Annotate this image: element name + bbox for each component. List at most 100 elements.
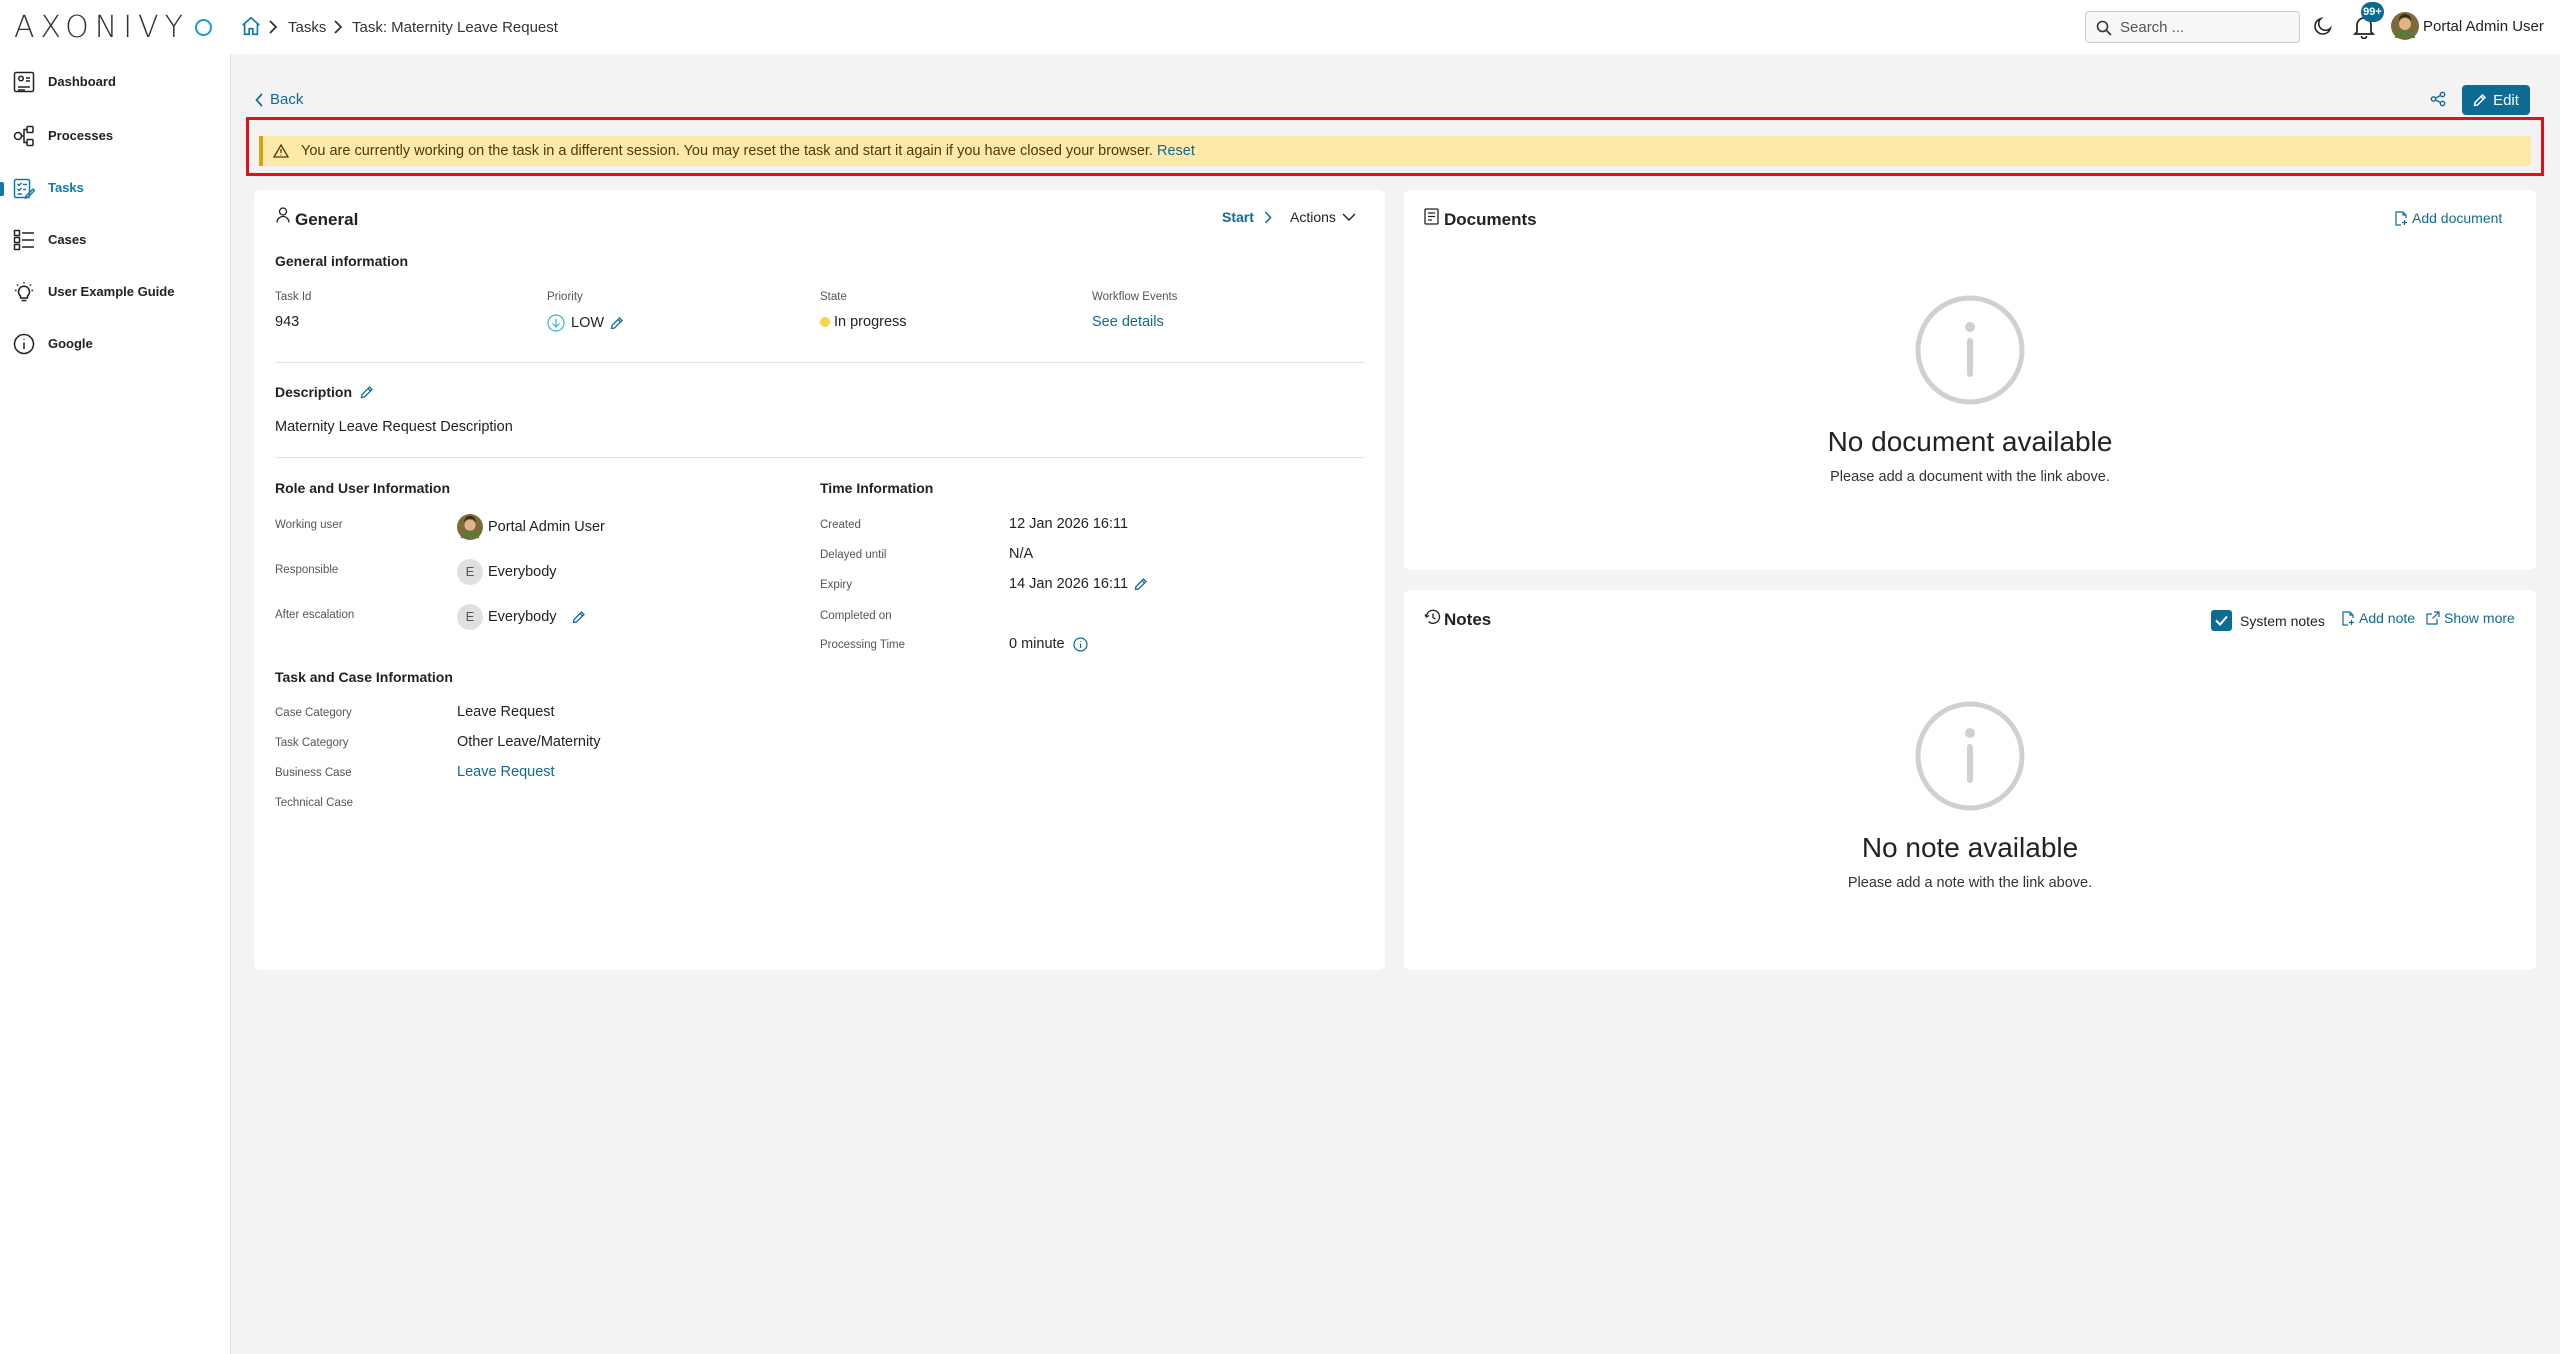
search-placeholder: Search ... — [2120, 19, 2185, 36]
empty-documents-title: No document available — [1827, 426, 2113, 457]
case-category-value: Leave Request — [457, 704, 555, 720]
info-circle-icon — [1914, 294, 2026, 406]
edit-escalation-icon[interactable] — [572, 610, 586, 624]
breadcrumb-tasks[interactable]: Tasks — [288, 19, 326, 36]
expiry-label: Expiry — [820, 579, 852, 591]
notification-badge[interactable]: 99+ — [2361, 2, 2384, 22]
task-id-value: 943 — [275, 314, 300, 330]
avatar: E — [457, 559, 483, 585]
sidebar-item-label: User Example Guide — [48, 284, 175, 299]
chevron-left-icon — [255, 92, 264, 107]
state-dot-icon — [820, 317, 830, 327]
add-document-label: Add document — [2412, 210, 2503, 226]
after-escalation-label: After escalation — [275, 609, 355, 621]
delayed-until-label: Delayed until — [820, 549, 887, 561]
chevron-right-icon — [333, 20, 343, 34]
back-button[interactable]: Back — [255, 91, 303, 108]
priority-text: LOW — [571, 315, 605, 331]
lightbulb-icon — [13, 281, 35, 303]
business-case-label: Business Case — [275, 767, 352, 779]
system-notes-label[interactable]: System notes — [2240, 613, 2325, 629]
session-warning-banner: You are currently working on the task in… — [259, 136, 2531, 166]
working-user-name: Portal Admin User — [488, 519, 605, 535]
add-document-button[interactable]: Add document — [2394, 210, 2502, 226]
expiry-text: 14 Jan 2026 16:11 — [1009, 576, 1129, 592]
pencil-icon — [2473, 93, 2487, 107]
documents-title: Documents — [1444, 210, 1537, 229]
processing-time-value: 0 minute — [1009, 636, 1088, 652]
tasks-icon — [13, 177, 35, 199]
divider — [275, 362, 1365, 363]
external-link-icon — [2426, 611, 2440, 625]
sidebar-item-label: Processes — [48, 128, 114, 143]
see-details-link[interactable]: See details — [1092, 314, 1164, 330]
sidebar-item-user-example-guide[interactable]: User Example Guide — [0, 272, 230, 312]
search-input[interactable]: Search ... — [2085, 11, 2300, 43]
time-info-title: Time Information — [820, 480, 934, 496]
share-icon[interactable] — [2430, 91, 2446, 107]
notes-title: Notes — [1444, 610, 1492, 629]
history-icon — [1424, 609, 1441, 625]
escalation-name: Everybody — [488, 609, 557, 625]
info-circle-icon — [1914, 700, 2026, 812]
sidebar-item-cases[interactable]: Cases — [0, 220, 230, 260]
warning-message: You are currently working on the task in… — [301, 143, 1153, 159]
menu-toggle-icon[interactable] — [195, 19, 212, 36]
description-text: Maternity Leave Request Description — [275, 419, 513, 435]
sidebar-item-dashboard[interactable]: Dashboard — [0, 62, 230, 102]
working-user-value: Portal Admin User — [457, 514, 605, 540]
sidebar-item-google[interactable]: Google — [0, 324, 230, 364]
empty-documents-subtitle: Please add a document with the link abov… — [1830, 469, 2110, 485]
arrow-down-circle-icon — [547, 314, 565, 332]
dark-mode-icon[interactable] — [2312, 15, 2334, 37]
processing-time-label: Processing Time — [820, 639, 906, 651]
after-escalation-value: E Everybody — [457, 604, 586, 630]
start-button[interactable]: Start — [1222, 209, 1272, 225]
reset-link[interactable]: Reset — [1157, 143, 1195, 159]
search-icon — [2096, 20, 2112, 36]
home-icon[interactable] — [240, 15, 262, 37]
divider — [275, 457, 1365, 458]
task-id-label: Task Id — [275, 291, 312, 303]
task-category-label: Task Category — [275, 737, 349, 749]
responsible-value: E Everybody — [457, 559, 557, 585]
system-notes-checkbox[interactable] — [2211, 610, 2232, 631]
avatar[interactable] — [2391, 12, 2419, 40]
actions-label: Actions — [1290, 209, 1336, 225]
edit-button[interactable]: Edit — [2462, 85, 2530, 115]
edit-expiry-icon[interactable] — [1134, 577, 1148, 591]
add-note-button[interactable]: Add note — [2341, 610, 2415, 626]
dashboard-icon — [13, 71, 35, 93]
priority-value: LOW — [547, 314, 624, 332]
info-icon — [13, 333, 35, 355]
chevron-down-icon — [1342, 213, 1356, 221]
actions-dropdown[interactable]: Actions — [1290, 209, 1356, 225]
completed-on-label: Completed on — [820, 610, 892, 622]
breadcrumb-current: Task: Maternity Leave Request — [352, 19, 558, 36]
general-information-title: General information — [275, 253, 409, 269]
sidebar-item-label: Tasks — [48, 180, 84, 195]
responsible-name: Everybody — [488, 564, 557, 580]
role-user-title: Role and User Information — [275, 480, 451, 496]
edit-priority-icon[interactable] — [610, 316, 624, 330]
show-more-button[interactable]: Show more — [2426, 610, 2515, 626]
start-label: Start — [1222, 209, 1254, 225]
sidebar-item-processes[interactable]: Processes — [0, 116, 230, 156]
add-note-label: Add note — [2359, 610, 2416, 626]
description-header: Description — [275, 384, 374, 400]
edit-description-icon[interactable] — [360, 385, 374, 399]
show-more-label: Show more — [2444, 610, 2515, 626]
chevron-right-icon — [1264, 210, 1272, 224]
info-icon[interactable] — [1073, 636, 1088, 652]
add-file-icon — [2394, 210, 2408, 226]
business-case-link[interactable]: Leave Request — [457, 764, 555, 780]
delayed-until-value: N/A — [1009, 546, 1034, 562]
user-name[interactable]: Portal Admin User — [2423, 18, 2544, 35]
axonivy-logo[interactable]: AXONIVY — [14, 10, 189, 45]
processes-icon — [13, 125, 35, 147]
sidebar-item-tasks[interactable]: Tasks — [0, 168, 230, 208]
empty-notes-title: No note available — [1861, 832, 2079, 863]
task-category-value: Other Leave/Maternity — [457, 734, 601, 750]
warning-icon — [273, 144, 289, 158]
processing-time-text: 0 minute — [1009, 636, 1065, 652]
